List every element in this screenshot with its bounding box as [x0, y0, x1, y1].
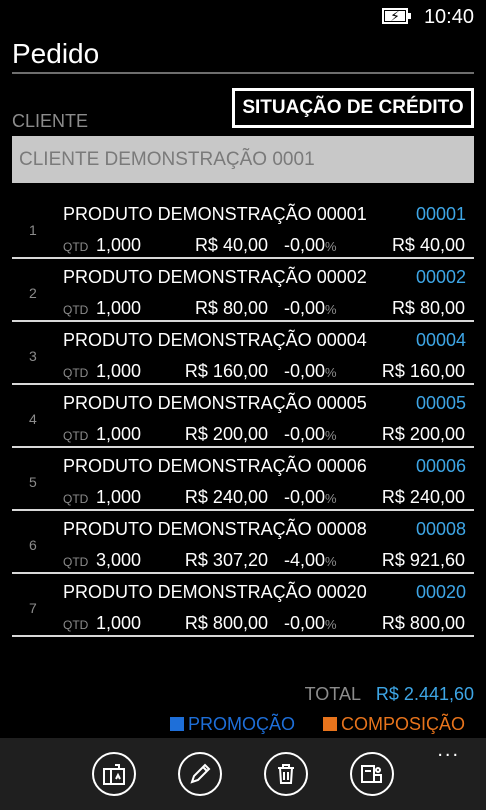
item-name: PRODUTO DEMONSTRAÇÃO 00020 [63, 582, 367, 602]
item-total: R$ 80,00 [391, 298, 465, 318]
item-total: R$ 160,00 [381, 361, 465, 381]
order-total-label: TOTAL [304, 684, 361, 704]
app-bar: ... [0, 738, 486, 810]
list-item[interactable]: 5 PRODUTO DEMONSTRAÇÃO 00006 00006 QTD 1… [0, 448, 486, 511]
item-total: R$ 40,00 [391, 235, 465, 255]
item-discount: -0,00% [284, 361, 337, 381]
item-total: R$ 800,00 [381, 613, 465, 633]
item-qtd-label: QTD [63, 429, 89, 443]
legend-promotion-label: PROMOÇÃO [188, 714, 296, 734]
item-discount: -0,00% [284, 613, 337, 633]
title-divider [12, 72, 474, 74]
item-index: 2 [29, 285, 37, 301]
item-code: 00020 [415, 582, 466, 602]
item-total: R$ 240,00 [381, 487, 465, 507]
status-clock: 10:40 [423, 6, 474, 28]
client-field[interactable]: CLIENTE DEMONSTRAÇÃO 0001 [12, 136, 474, 183]
item-qtd-label: QTD [63, 303, 89, 317]
item-unit-price: R$ 800,00 [184, 613, 268, 633]
legend-promotion: PROMOÇÃO [170, 714, 295, 735]
trash-delete-icon[interactable] [264, 752, 308, 796]
order-total-value: R$ 2.441,60 [375, 684, 474, 704]
pencil-edit-icon[interactable] [178, 752, 222, 796]
item-quantity: 3,000 [96, 550, 142, 570]
item-unit-price: R$ 307,20 [184, 550, 268, 570]
item-code: 00006 [415, 456, 466, 476]
item-discount: -4,00% [284, 550, 337, 570]
item-divider [12, 635, 474, 637]
list-item[interactable]: 1 PRODUTO DEMONSTRAÇÃO 00001 00001 QTD 1… [0, 196, 486, 259]
item-name: PRODUTO DEMONSTRAÇÃO 00002 [63, 267, 367, 287]
list-item[interactable]: 4 PRODUTO DEMONSTRAÇÃO 00005 00005 QTD 1… [0, 385, 486, 448]
item-index: 4 [29, 411, 37, 427]
composition-swatch [323, 717, 337, 731]
item-unit-price: R$ 80,00 [194, 298, 268, 318]
item-discount: -0,00% [284, 235, 337, 255]
item-qtd-label: QTD [63, 618, 89, 632]
legend-composition: COMPOSIÇÃO [323, 714, 465, 735]
item-qtd-label: QTD [63, 555, 89, 569]
item-qtd-label: QTD [63, 240, 89, 254]
item-quantity: 1,000 [96, 424, 142, 444]
item-code: 00002 [415, 267, 466, 287]
item-discount: -0,00% [284, 298, 337, 318]
list-item[interactable]: 7 PRODUTO DEMONSTRAÇÃO 00020 00020 QTD 1… [0, 574, 486, 637]
list-item[interactable]: 3 PRODUTO DEMONSTRAÇÃO 00004 00004 QTD 1… [0, 322, 486, 385]
item-quantity: 1,000 [96, 235, 142, 255]
credit-status-button[interactable]: SITUAÇÃO DE CRÉDITO [232, 88, 474, 128]
item-name: PRODUTO DEMONSTRAÇÃO 00008 [63, 519, 367, 539]
list-item[interactable]: 2 PRODUTO DEMONSTRAÇÃO 00002 00002 QTD 1… [0, 259, 486, 322]
item-quantity: 1,000 [96, 361, 142, 381]
item-unit-price: R$ 160,00 [184, 361, 268, 381]
item-total: R$ 200,00 [381, 424, 465, 444]
item-code: 00004 [415, 330, 466, 350]
legend-composition-label: COMPOSIÇÃO [341, 714, 466, 734]
client-label: CLIENTE [12, 111, 89, 131]
item-code: 00008 [415, 519, 466, 539]
item-quantity: 1,000 [96, 613, 142, 633]
item-qtd-label: QTD [63, 366, 89, 380]
item-discount: -0,00% [284, 424, 337, 444]
item-index: 7 [29, 600, 37, 616]
item-quantity: 1,000 [96, 298, 142, 318]
item-unit-price: R$ 40,00 [194, 235, 268, 255]
item-index: 5 [29, 474, 37, 490]
products-box-icon[interactable] [92, 752, 136, 796]
item-unit-price: R$ 200,00 [184, 424, 268, 444]
item-unit-price: R$ 240,00 [184, 487, 268, 507]
item-code: 00005 [415, 393, 466, 413]
item-name: PRODUTO DEMONSTRAÇÃO 00006 [63, 456, 367, 476]
item-index: 3 [29, 348, 37, 364]
item-code: 00001 [415, 204, 466, 224]
battery-charging-icon: ⚡ [382, 8, 412, 24]
item-index: 1 [29, 222, 37, 238]
list-item[interactable]: 6 PRODUTO DEMONSTRAÇÃO 00008 00008 QTD 3… [0, 511, 486, 574]
promotion-swatch [170, 717, 184, 731]
item-qtd-label: QTD [63, 492, 89, 506]
item-name: PRODUTO DEMONSTRAÇÃO 00004 [63, 330, 367, 350]
status-bar: ⚡ 10:40 [0, 0, 486, 32]
item-index: 6 [29, 537, 37, 553]
item-discount: -0,00% [284, 487, 337, 507]
more-options-button[interactable]: ... [437, 740, 460, 760]
payment-cart-icon[interactable] [350, 752, 394, 796]
item-total: R$ 921,60 [381, 550, 465, 570]
item-name: PRODUTO DEMONSTRAÇÃO 00005 [63, 393, 367, 413]
item-name: PRODUTO DEMONSTRAÇÃO 00001 [63, 204, 367, 224]
order-items-list: 1 PRODUTO DEMONSTRAÇÃO 00001 00001 QTD 1… [0, 196, 486, 637]
item-quantity: 1,000 [96, 487, 142, 507]
page-title: Pedido [12, 38, 100, 69]
